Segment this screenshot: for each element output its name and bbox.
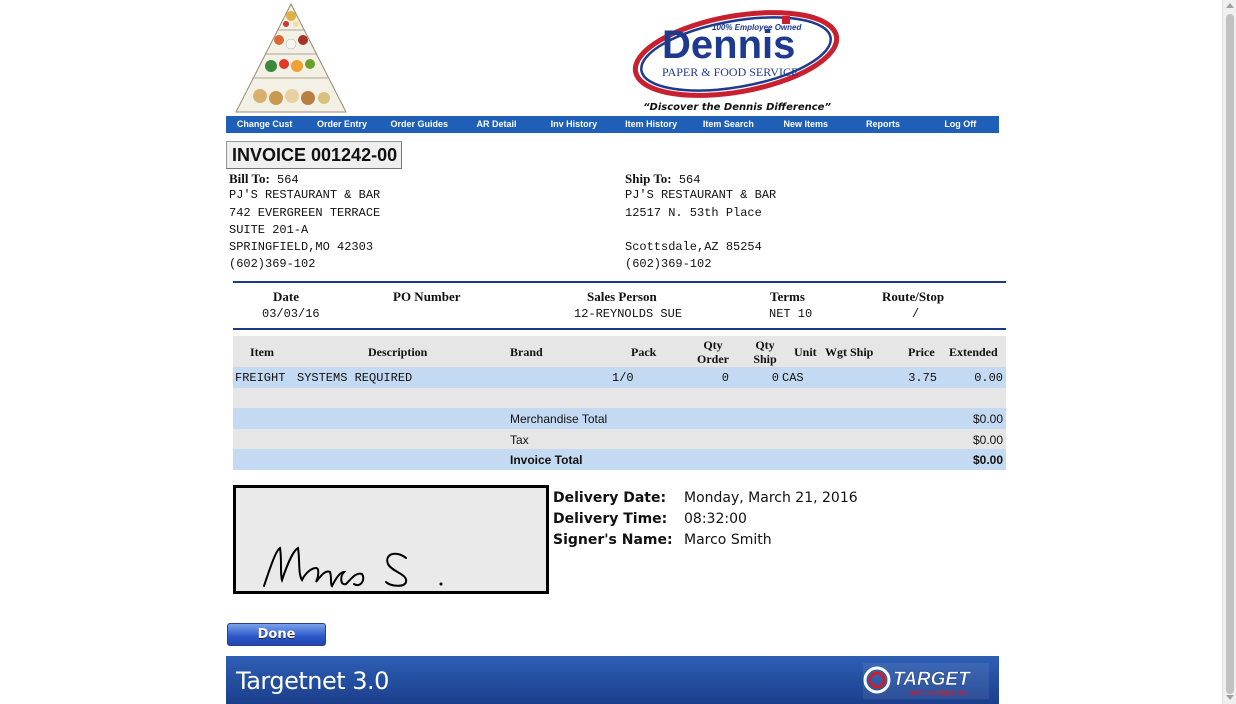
signer-name-label: Signer's Name:	[553, 532, 673, 548]
logo-sub-text: PAPER & FOOD SERVICE	[662, 65, 798, 79]
bill-to-label: Bill To:	[229, 171, 270, 186]
divider	[233, 281, 1006, 283]
po-header: PO Number	[393, 289, 461, 304]
bill-to-line: SUITE 201-A	[229, 222, 309, 237]
cell-item: FREIGHT	[235, 371, 286, 385]
ship-to-line	[625, 222, 776, 239]
ship-to-block: Ship To: 564 PJ'S RESTAURANT & BAR 12517…	[625, 170, 776, 274]
invoice-total-label: Invoice Total	[510, 453, 583, 467]
target-data-systems-logo: TARGET DATA SYSTEMS, INC.	[863, 663, 989, 699]
ship-to-line: Scottsdale,AZ 85254	[625, 240, 762, 255]
date-header: Date	[273, 289, 299, 304]
col-qty-order-line1: Qty	[703, 338, 723, 352]
col-wgt-ship: Wgt Ship	[825, 345, 874, 359]
target-subtext: DATA SYSTEMS, INC.	[909, 691, 971, 697]
merch-total-value: $0.00	[972, 412, 1003, 426]
sales-person-header: Sales Person	[587, 289, 657, 304]
targetnet-brand: Targetnet 3.0	[236, 667, 389, 695]
bill-to-number: 564	[277, 173, 299, 187]
nav-log-off[interactable]: Log Off	[922, 116, 999, 133]
signer-name-value: Marco Smith	[684, 532, 772, 548]
done-button[interactable]: Done	[227, 623, 326, 646]
scroll-down-arrow-icon[interactable]	[1226, 695, 1234, 700]
merch-total-row: Merchandise Total $0.00	[233, 408, 1006, 429]
ship-to-line: 12517 N. 53th Place	[625, 205, 762, 220]
table-row: FREIGHT SYSTEMS REQUIRED 1/0 0 0 CAS 3.7…	[233, 367, 1006, 388]
invoice-total-value: $0.00	[972, 453, 1003, 467]
ship-to-line: PJ'S RESTAURANT & BAR	[625, 188, 777, 203]
cell-qty-ship: 0	[771, 371, 779, 385]
col-brand: Brand	[510, 345, 543, 359]
date-value: 03/03/16	[262, 307, 320, 321]
col-unit: Unit	[794, 345, 817, 359]
dennis-logo: 100% Employee Owned Dennis PAPER & FOOD …	[632, 10, 840, 98]
route-stop-value: /	[912, 307, 920, 321]
scroll-thumb[interactable]	[1226, 14, 1234, 694]
nav-item-history[interactable]: Item History	[612, 116, 689, 133]
ship-to-label: Ship To:	[625, 171, 672, 186]
line-items-table: Item Description Brand Pack Qty Order Qty…	[233, 336, 1006, 470]
cell-pack: 1/0	[612, 371, 634, 385]
col-qty-order: Qty Order	[697, 338, 729, 366]
logo-wordmark: Dennis	[662, 23, 795, 67]
col-qty-order-line2: Order	[697, 352, 729, 366]
divider	[233, 328, 1006, 330]
cell-unit: CAS	[782, 371, 804, 385]
bill-to-line: (602)369-102	[229, 257, 316, 272]
terms-header: Terms	[770, 289, 805, 304]
col-item: Item	[250, 345, 274, 359]
vertical-scrollbar[interactable]	[1222, 0, 1236, 704]
delivery-time-label: Delivery Time:	[553, 511, 668, 527]
table-header: Item Description Brand Pack Qty Order Qty…	[233, 336, 1006, 367]
nav-reports[interactable]: Reports	[844, 116, 921, 133]
bill-to-line: PJ'S RESTAURANT & BAR	[229, 188, 381, 203]
col-price: Price	[908, 345, 935, 359]
invoice-total-row: Invoice Total $0.00	[233, 449, 1006, 470]
cell-price: 3.75	[908, 371, 937, 385]
ship-to-number: 564	[678, 173, 701, 187]
nav-item-search[interactable]: Item Search	[690, 116, 767, 133]
nav-new-items[interactable]: New Items	[767, 116, 844, 133]
ship-to-line: (602)369-102	[625, 257, 712, 272]
delivery-date-label: Delivery Date:	[553, 490, 667, 506]
footer-banner: Targetnet 3.0 TARGET DATA SYSTEMS, INC.	[226, 656, 999, 704]
invoice-title: INVOICE 001242-00	[226, 141, 402, 169]
nav-order-entry[interactable]: Order Entry	[303, 116, 380, 133]
signature-image	[263, 546, 443, 588]
route-stop-header: Route/Stop	[882, 289, 945, 304]
signature-box	[233, 485, 549, 594]
delivery-date-value: Monday, March 21, 2016	[684, 490, 858, 506]
tax-label: Tax	[510, 432, 529, 447]
tagline: “Discover the Dennis Difference”	[643, 102, 831, 113]
food-pyramid-image	[235, 2, 347, 113]
table-row-empty	[233, 387, 1006, 408]
col-description: Description	[368, 345, 428, 359]
bill-to-block: Bill To: 564 PJ'S RESTAURANT & BAR 742 E…	[229, 170, 380, 274]
tax-value: $0.00	[972, 432, 1003, 447]
terms-value: NET 10	[769, 307, 813, 321]
col-qty-ship-line2: Ship	[753, 352, 777, 366]
cell-qty-order: 0	[721, 371, 729, 385]
nav-order-guides[interactable]: Order Guides	[381, 116, 458, 133]
col-qty-ship-line1: Qty	[755, 338, 775, 352]
merch-total-label: Merchandise Total	[510, 412, 608, 426]
tax-row: Tax $0.00	[233, 428, 1006, 449]
target-wordmark: TARGET	[893, 669, 971, 690]
nav-ar-detail[interactable]: AR Detail	[458, 116, 535, 133]
delivery-time-value: 08:32:00	[684, 511, 747, 527]
col-extended: Extended	[949, 345, 998, 359]
col-pack: Pack	[631, 345, 657, 359]
bill-to-line: 742 EVERGREEN TERRACE	[229, 205, 381, 220]
cell-description: SYSTEMS REQUIRED	[297, 371, 413, 385]
col-qty-ship: Qty Ship	[751, 338, 779, 366]
nav-inv-history[interactable]: Inv History	[535, 116, 612, 133]
cell-extended: 0.00	[974, 371, 1003, 385]
main-nav: Change Cust Order Entry Order Guides AR …	[226, 116, 999, 133]
sales-person-value: 12-REYNOLDS SUE	[574, 307, 683, 321]
bill-to-line: SPRINGFIELD,MO 42303	[229, 240, 374, 255]
nav-change-cust[interactable]: Change Cust	[226, 116, 303, 133]
scroll-up-arrow-icon[interactable]	[1226, 3, 1234, 8]
